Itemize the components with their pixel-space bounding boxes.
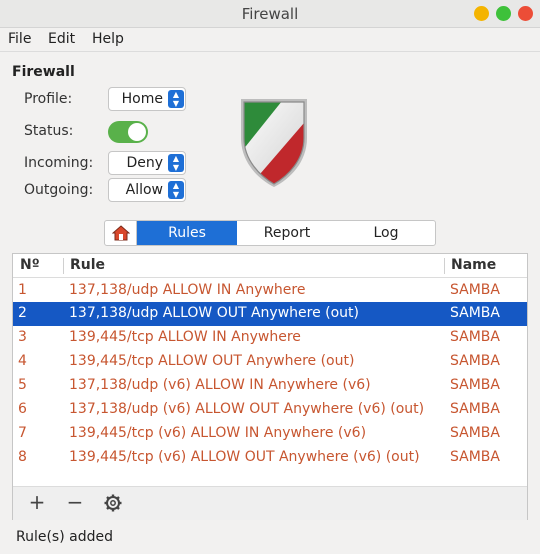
row-rule: 137,138/udp ALLOW OUT Anywhere (out) xyxy=(69,305,360,321)
menu-edit[interactable]: Edit xyxy=(48,31,75,47)
outgoing-value: Allow xyxy=(125,182,163,198)
profile-combo[interactable]: Home ▲ ▼ xyxy=(108,87,186,111)
title-bar: Firewall xyxy=(0,0,540,28)
row-num: 2 xyxy=(18,305,27,321)
rules-table: Nº Rule Name 1 137,138/udp ALLOW IN Anyw… xyxy=(12,253,528,520)
column-separator xyxy=(444,258,445,274)
row-name: SAMBA xyxy=(450,329,500,345)
row-name: SAMBA xyxy=(450,401,500,417)
table-row[interactable]: 4 139,445/tcp ALLOW OUT Anywhere (out) S… xyxy=(13,350,527,374)
gear-icon xyxy=(104,494,122,512)
minimize-button[interactable] xyxy=(474,6,489,21)
row-rule: 139,445/tcp ALLOW IN Anywhere xyxy=(69,329,301,345)
outgoing-combo[interactable]: Allow ▲ ▼ xyxy=(108,178,186,202)
menu-bar: File Edit Help xyxy=(0,28,540,52)
row-name: SAMBA xyxy=(450,449,500,465)
profile-value: Home xyxy=(121,91,163,107)
header-num[interactable]: Nº xyxy=(20,257,40,273)
row-name: SAMBA xyxy=(450,377,500,393)
menu-file[interactable]: File xyxy=(8,31,31,47)
row-rule: 137,138/udp (v6) ALLOW IN Anywhere (v6) xyxy=(69,377,371,393)
status-label: Status: xyxy=(24,123,74,139)
table-header: Nº Rule Name xyxy=(13,254,527,278)
table-row-selected[interactable]: 2 137,138/udp ALLOW OUT Anywhere (out) S… xyxy=(13,302,527,326)
menu-help[interactable]: Help xyxy=(92,31,124,47)
row-rule: 137,138/udp ALLOW IN Anywhere xyxy=(69,282,306,298)
chevron-updown-icon: ▲ ▼ xyxy=(168,154,184,172)
row-name: SAMBA xyxy=(450,305,500,321)
row-rule: 139,445/tcp ALLOW OUT Anywhere (out) xyxy=(69,353,355,369)
row-rule: 139,445/tcp (v6) ALLOW IN Anywhere (v6) xyxy=(69,425,367,441)
tab-report[interactable]: Report xyxy=(237,221,337,245)
section-title: Firewall xyxy=(12,64,75,80)
tab-log[interactable]: Log xyxy=(337,221,435,245)
incoming-combo[interactable]: Deny ▲ ▼ xyxy=(108,151,186,175)
header-name[interactable]: Name xyxy=(451,257,496,273)
firewall-shield-icon xyxy=(241,99,307,187)
row-num: 6 xyxy=(18,401,27,417)
incoming-label: Incoming: xyxy=(24,155,94,171)
row-name: SAMBA xyxy=(450,353,500,369)
table-row[interactable]: 3 139,445/tcp ALLOW IN Anywhere SAMBA xyxy=(13,326,527,350)
profile-label: Profile: xyxy=(24,91,73,107)
row-num: 3 xyxy=(18,329,27,345)
chevron-updown-icon: ▲ ▼ xyxy=(168,181,184,199)
row-num: 7 xyxy=(18,425,27,441)
row-rule: 137,138/udp (v6) ALLOW OUT Anywhere (v6)… xyxy=(69,401,425,417)
header-rule[interactable]: Rule xyxy=(70,257,105,273)
row-name: SAMBA xyxy=(450,425,500,441)
tab-home[interactable] xyxy=(105,221,137,245)
column-separator xyxy=(63,258,64,274)
edit-rule-button[interactable] xyxy=(101,491,125,515)
status-bar-text: Rule(s) added xyxy=(16,529,113,545)
close-button[interactable] xyxy=(518,6,533,21)
outgoing-label: Outgoing: xyxy=(24,182,94,198)
table-row[interactable]: 7 139,445/tcp (v6) ALLOW IN Anywhere (v6… xyxy=(13,422,527,446)
chevron-updown-icon: ▲ ▼ xyxy=(168,90,184,108)
remove-rule-button[interactable]: − xyxy=(63,491,87,515)
row-rule: 139,445/tcp (v6) ALLOW OUT Anywhere (v6)… xyxy=(69,449,420,465)
row-num: 5 xyxy=(18,377,27,393)
window-title: Firewall xyxy=(241,5,299,23)
home-icon xyxy=(111,225,130,241)
table-row[interactable]: 6 137,138/udp (v6) ALLOW OUT Anywhere (v… xyxy=(13,398,527,422)
row-num: 1 xyxy=(18,282,27,298)
row-num: 4 xyxy=(18,353,27,369)
toggle-knob xyxy=(128,123,146,141)
rules-toolbar: + − xyxy=(13,486,527,520)
incoming-value: Deny xyxy=(126,155,163,171)
tab-bar: Rules Report Log xyxy=(104,220,436,246)
table-row[interactable]: 5 137,138/udp (v6) ALLOW IN Anywhere (v6… xyxy=(13,374,527,398)
table-row[interactable]: 1 137,138/udp ALLOW IN Anywhere SAMBA xyxy=(13,279,527,303)
tab-rules[interactable]: Rules xyxy=(137,221,237,245)
maximize-button[interactable] xyxy=(496,6,511,21)
row-num: 8 xyxy=(18,449,27,465)
table-row[interactable]: 8 139,445/tcp (v6) ALLOW OUT Anywhere (v… xyxy=(13,446,527,470)
add-rule-button[interactable]: + xyxy=(25,491,49,515)
row-name: SAMBA xyxy=(450,282,500,298)
status-toggle[interactable] xyxy=(108,121,148,143)
